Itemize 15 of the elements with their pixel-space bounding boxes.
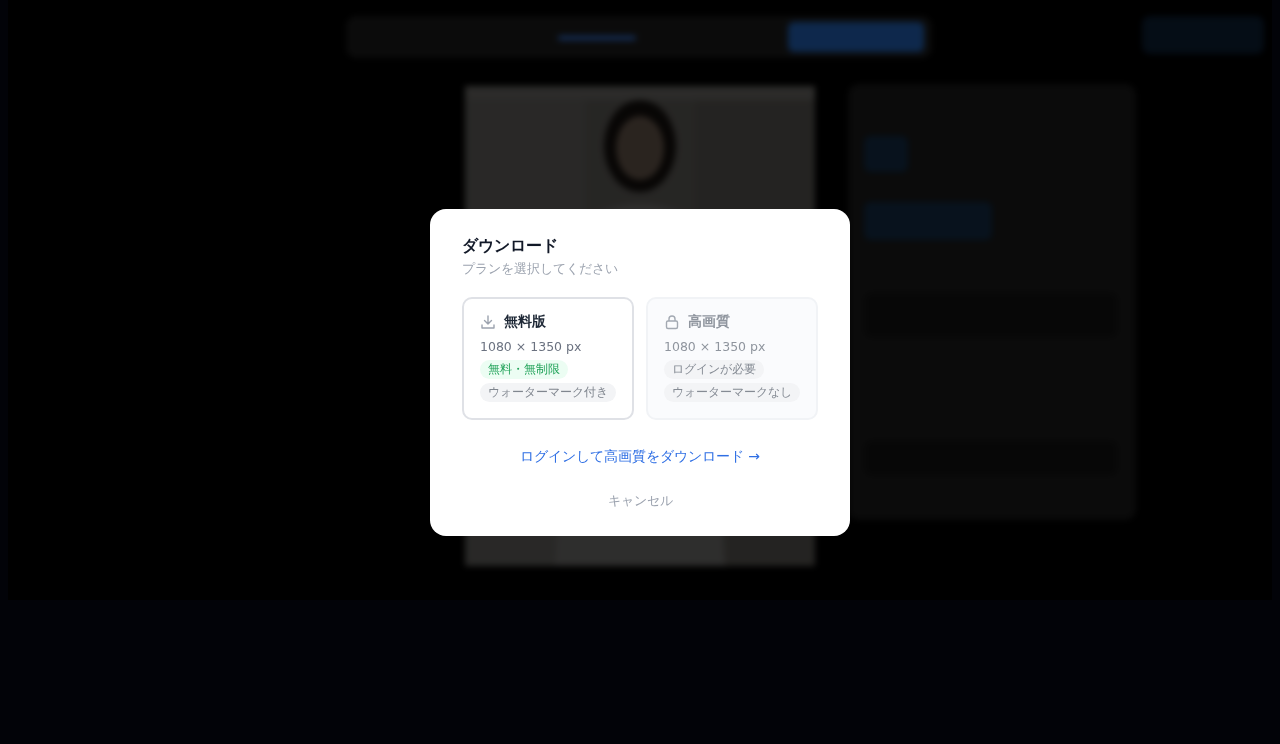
- plan-name: 高画質: [688, 312, 730, 331]
- plan-card[interactable]: 無料版 1080 × 1350 px 無料・無制限 ウォーターマーク付き: [462, 296, 634, 420]
- plan-tag: ウォーターマークなし: [664, 382, 800, 402]
- cancel-button[interactable]: キャンセル: [603, 489, 677, 512]
- login-link[interactable]: ログインして高画質をダウンロード →: [519, 447, 761, 466]
- plan-name: 無料版: [504, 312, 546, 331]
- plan-resolution: 1080 × 1350 px: [480, 338, 583, 354]
- download-icon: [480, 313, 496, 330]
- plan-tag: ウォーターマーク付き: [480, 382, 616, 402]
- lock-icon: [664, 313, 680, 330]
- plan-resolution: 1080 × 1350 px: [664, 338, 767, 354]
- dialog-title: ダウンロード: [462, 234, 559, 257]
- dialog-subtitle: プランを選択してください: [462, 260, 619, 277]
- plan-tag: 無料・無制限: [480, 359, 568, 379]
- plan-tag: ログインが必要: [664, 359, 764, 379]
